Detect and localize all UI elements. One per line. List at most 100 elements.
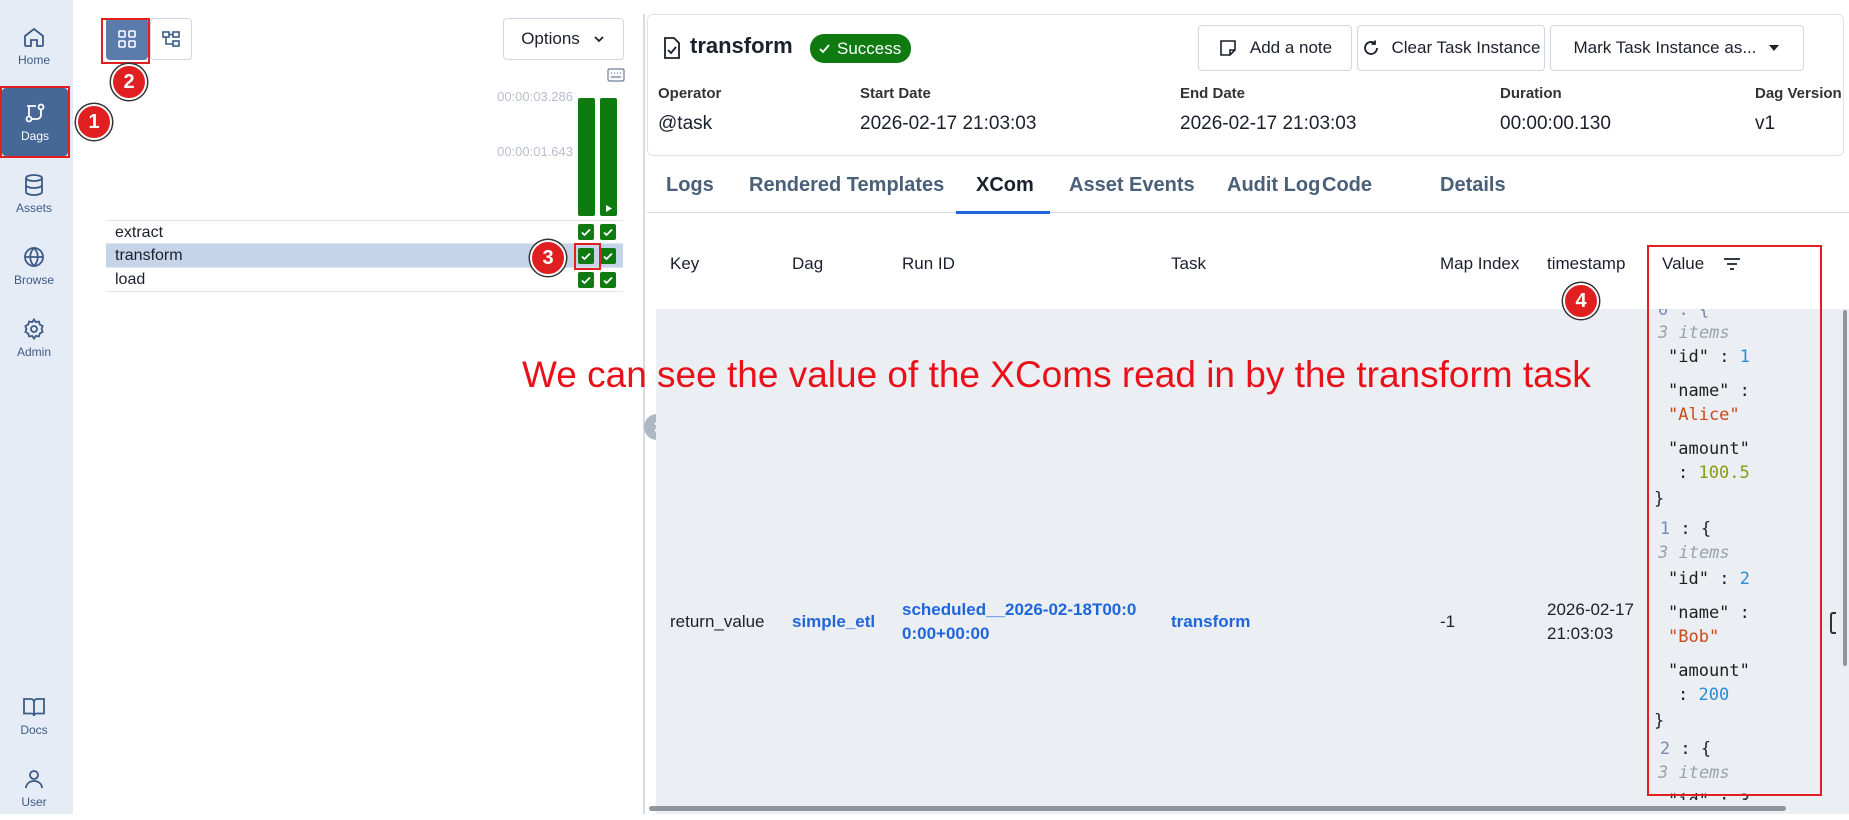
options-button[interactable]: Options [503, 18, 624, 60]
caret-down-icon [1769, 45, 1780, 51]
nav-admin-label: Admin [16, 345, 51, 359]
database-icon [25, 174, 43, 196]
nav-assets[interactable]: Assets [0, 162, 68, 226]
annotation-text: We can see the value of the XComs read i… [522, 354, 1591, 395]
meta-start-date-value: 2026-02-17 21:03:03 [860, 113, 1037, 134]
nav-admin[interactable]: Admin [0, 306, 68, 370]
play-icon [606, 205, 612, 212]
check-icon [603, 252, 613, 261]
nav-browse[interactable]: Browse [0, 234, 68, 298]
meta-end-date-label: End Date [1180, 85, 1246, 102]
run-id-line-2: 0:00+00:00 [902, 624, 990, 643]
check-icon [603, 228, 613, 237]
book-icon [23, 698, 45, 717]
tab-active-indicator [956, 211, 1050, 214]
cell-timestamp: 2026-02-17 21:03:03 [1547, 598, 1634, 646]
tab-rendered-templates[interactable]: Rendered Templates [749, 174, 944, 197]
add-note-label: Add a note [1249, 38, 1333, 57]
mark-task-instance-label: Mark Task Instance as... [1573, 38, 1757, 57]
meta-dag-version-value: v1 [1755, 113, 1776, 134]
highlight-box-task-instance [574, 243, 601, 270]
mark-task-instance-button[interactable]: Mark Task Instance as... [1550, 25, 1804, 71]
tab-audit-log[interactable]: Audit Log [1227, 174, 1320, 197]
cell-map-index: -1 [1440, 612, 1456, 631]
gear-icon [24, 317, 44, 341]
run-duration-bar[interactable] [600, 98, 617, 216]
nav-docs-label: Docs [20, 723, 48, 737]
tab-asset-events[interactable]: Asset Events [1069, 174, 1195, 197]
horizontal-scrollbar[interactable] [649, 806, 1786, 811]
refresh-icon [1363, 40, 1378, 55]
column-header-map-index[interactable]: Map Index [1440, 254, 1519, 274]
task-file-icon [664, 37, 680, 59]
next-cell-bracket [1830, 612, 1836, 634]
user-icon [25, 770, 43, 789]
cell-task-link[interactable]: transform [1171, 610, 1250, 634]
graph-view-button[interactable] [150, 18, 192, 60]
task-instance-success[interactable] [600, 248, 616, 264]
check-icon [581, 276, 591, 285]
nav-docs[interactable]: Docs [0, 684, 68, 748]
callout-1: 1 [76, 104, 112, 140]
meta-duration-value: 00:00:00.130 [1500, 113, 1611, 134]
highlight-box-value [1647, 245, 1822, 796]
meta-duration-label: Duration [1500, 85, 1562, 102]
graph-icon [162, 31, 180, 47]
run-id-line-1: scheduled__2026-02-18T00:0 [902, 600, 1137, 619]
meta-start-date-label: Start Date [860, 85, 931, 102]
home-icon [24, 27, 44, 47]
nav-user-label: User [21, 795, 47, 809]
chevron-down-icon [594, 36, 604, 43]
callout-2: 2 [111, 64, 147, 100]
nav-browse-label: Browse [13, 273, 54, 287]
column-header-task[interactable]: Task [1171, 254, 1206, 274]
cell-dag-link[interactable]: simple_etl [792, 610, 875, 634]
nav-assets-label: Assets [15, 201, 52, 215]
run-duration-bar[interactable] [578, 98, 595, 216]
highlight-box-grid-view [101, 18, 150, 64]
highlight-box-dags [0, 86, 70, 158]
callout-4: 4 [1563, 283, 1599, 319]
duration-mid: 00:00:01.643 [497, 144, 573, 159]
timestamp-date: 2026-02-17 [1547, 600, 1634, 619]
cell-run-id-link[interactable]: scheduled__2026-02-18T00:0 0:00+00:00 [902, 598, 1136, 646]
task-instance-success[interactable] [578, 224, 594, 240]
panel-divider[interactable] [643, 14, 645, 814]
globe-icon [24, 246, 44, 268]
meta-operator-label: Operator [658, 85, 722, 102]
tab-xcom[interactable]: XCom [976, 174, 1034, 197]
tab-code[interactable]: Code [1322, 174, 1372, 197]
add-note-button[interactable]: Add a note [1198, 25, 1352, 71]
meta-dag-version-label: Dag Version [1755, 85, 1842, 102]
options-label: Options [521, 29, 580, 48]
tab-details[interactable]: Details [1440, 174, 1506, 197]
status-badge-label: Success [837, 38, 902, 58]
task-instance-success[interactable] [578, 272, 594, 288]
vertical-scrollbar[interactable] [1843, 310, 1847, 666]
status-badge: Success [810, 34, 912, 63]
task-instance-success[interactable] [600, 224, 616, 240]
check-icon [819, 44, 830, 54]
nav-home[interactable]: Home [0, 14, 68, 78]
task-instance-success[interactable] [600, 272, 616, 288]
timestamp-time: 21:03:03 [1547, 624, 1614, 643]
check-icon [603, 276, 613, 285]
keyboard-icon[interactable] [607, 68, 625, 82]
column-header-timestamp[interactable]: timestamp [1547, 254, 1625, 274]
tabs-divider [647, 212, 1849, 213]
clear-task-instance-button[interactable]: Clear Task Instance [1357, 25, 1545, 71]
callout-3: 3 [530, 240, 566, 276]
column-header-dag[interactable]: Dag [792, 254, 823, 274]
nav-user[interactable]: User [0, 756, 68, 820]
column-header-key[interactable]: Key [670, 254, 699, 274]
task-title: transform [690, 33, 793, 58]
column-header-run-id[interactable]: Run ID [902, 254, 955, 274]
cell-key: return_value [670, 612, 765, 631]
duration-max: 00:00:03.286 [497, 89, 573, 104]
clear-task-instance-label: Clear Task Instance [1391, 38, 1541, 57]
tab-logs[interactable]: Logs [666, 174, 714, 197]
meta-operator-value: @task [658, 113, 713, 134]
note-icon [1220, 40, 1236, 56]
check-icon [581, 228, 591, 237]
nav-home-label: Home [17, 53, 50, 67]
